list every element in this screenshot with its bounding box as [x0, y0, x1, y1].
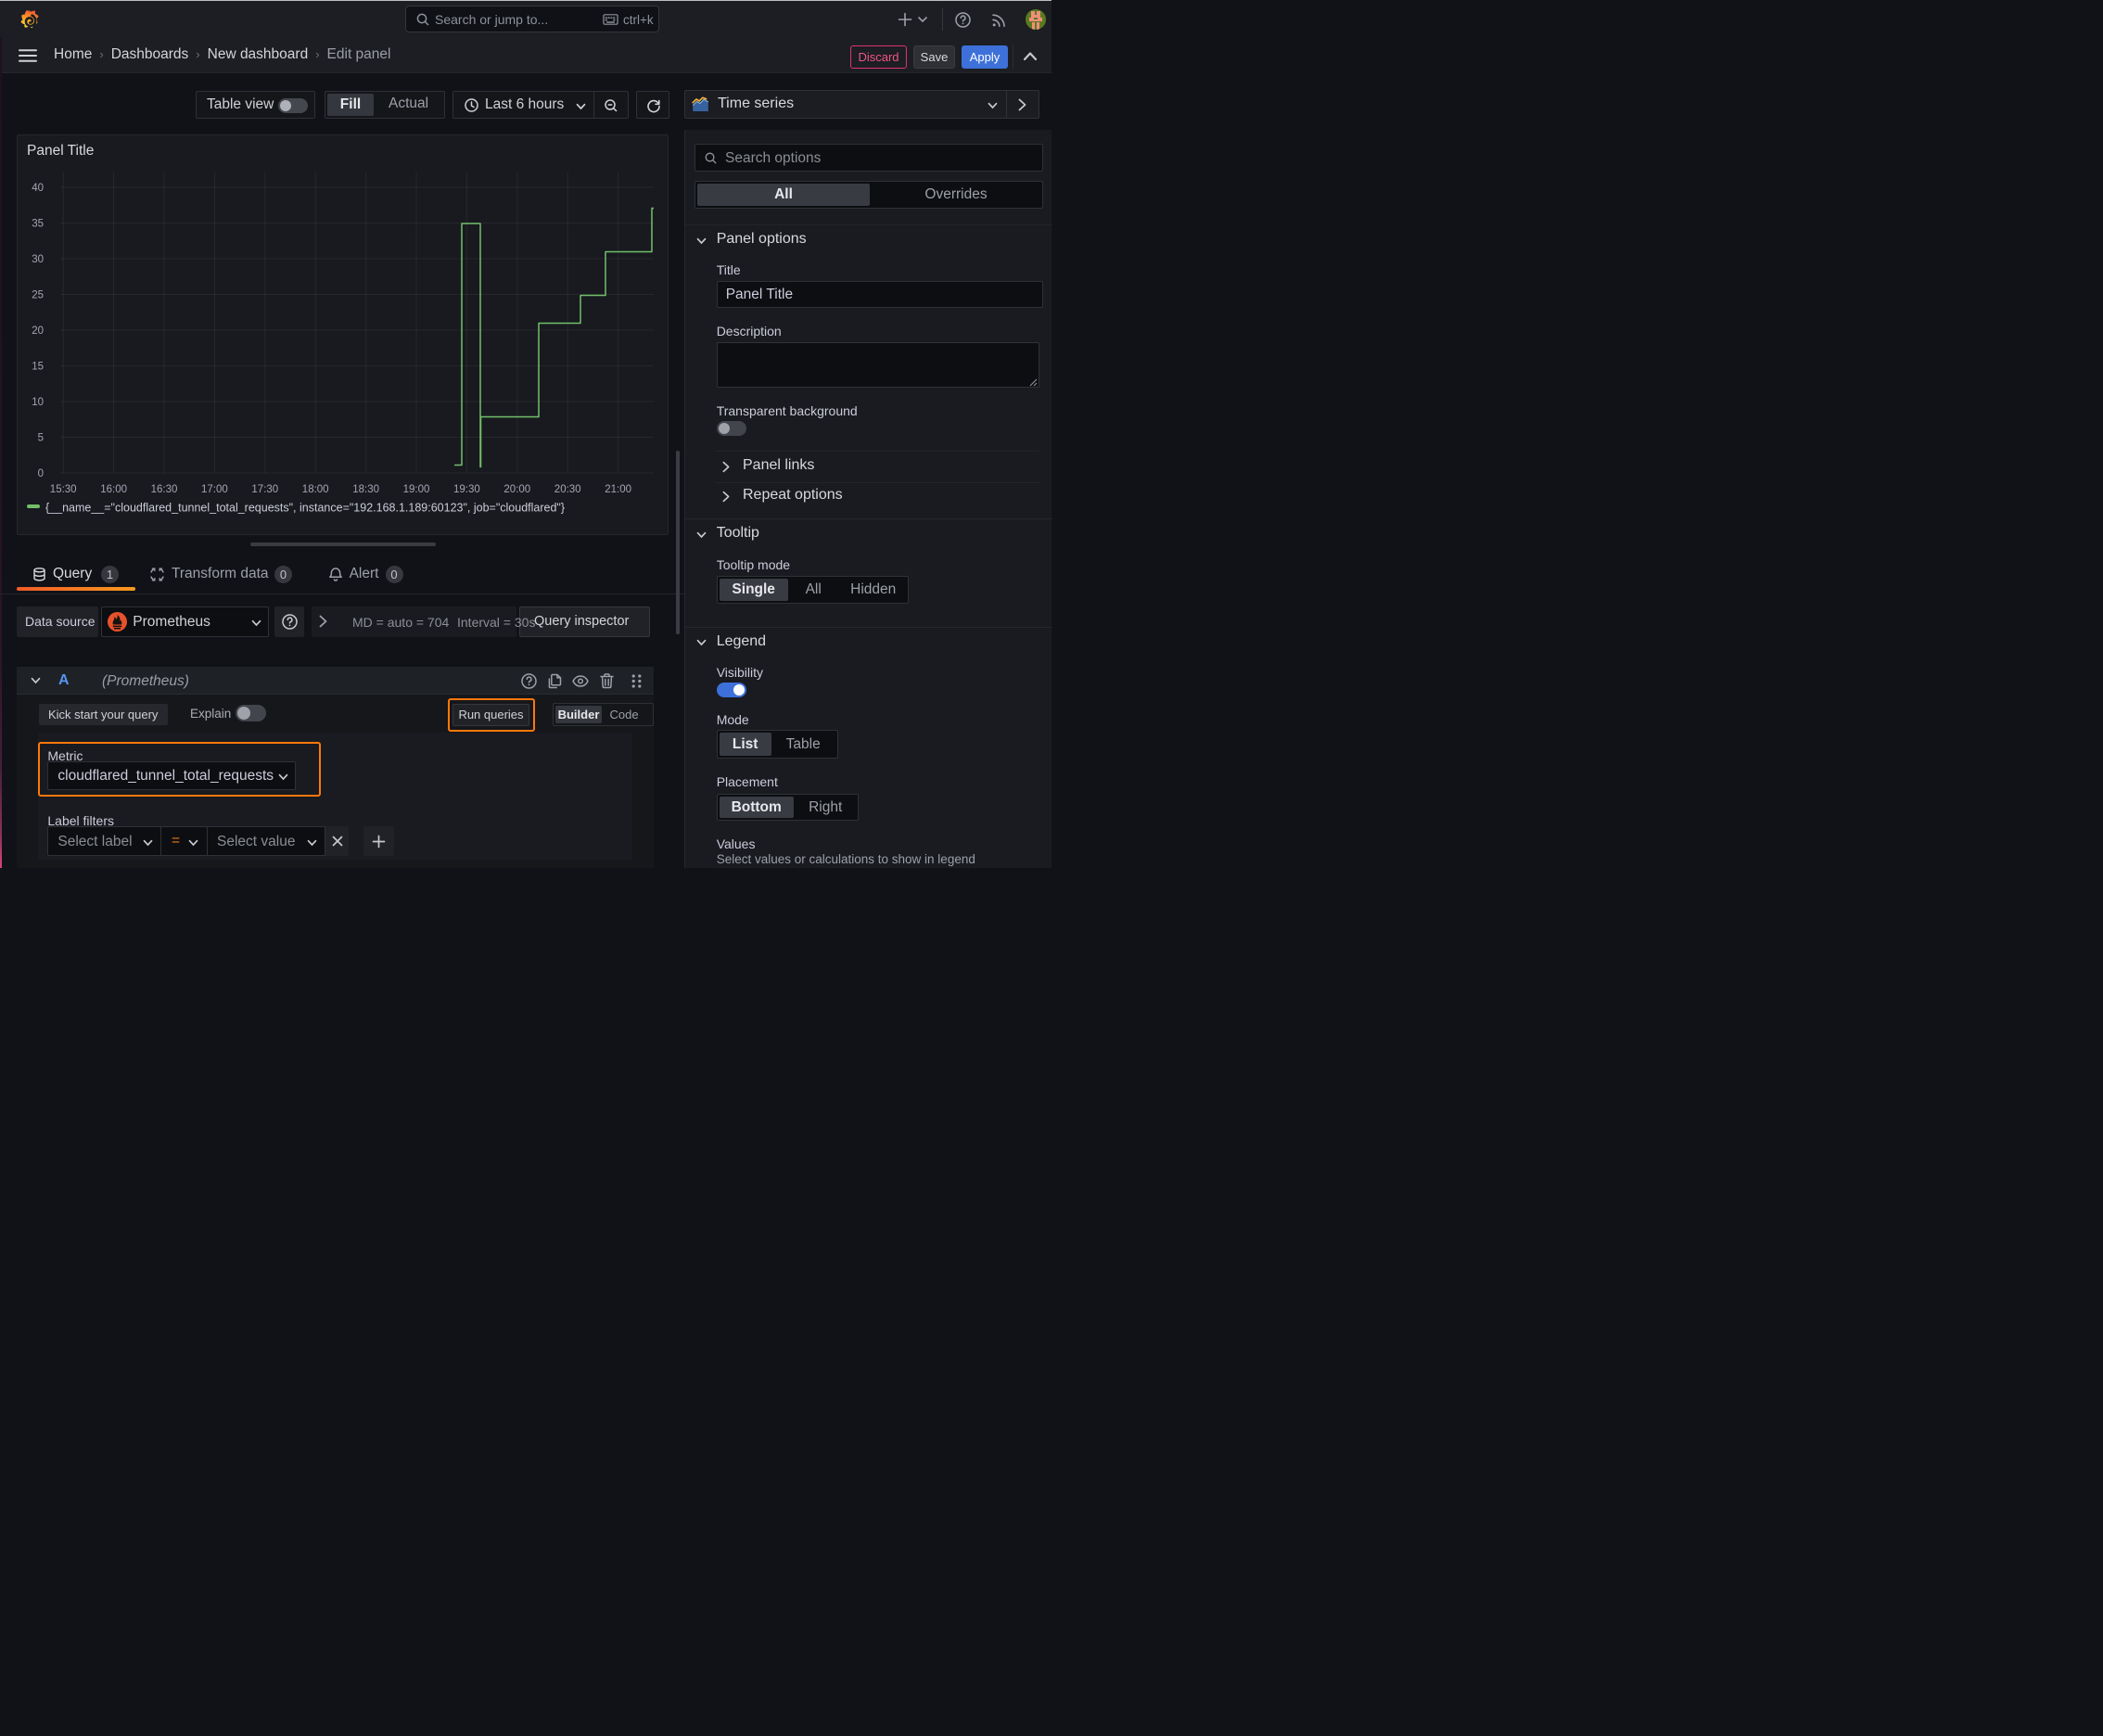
svg-text:40: 40: [32, 183, 44, 194]
svg-text:17:00: 17:00: [201, 484, 228, 495]
svg-text:16:30: 16:30: [151, 484, 178, 495]
svg-text:19:30: 19:30: [453, 484, 480, 495]
svg-text:30: 30: [32, 254, 44, 265]
svg-text:17:30: 17:30: [251, 484, 278, 495]
svg-text:25: 25: [32, 290, 44, 301]
svg-text:21:00: 21:00: [605, 484, 631, 495]
svg-text:35: 35: [32, 219, 44, 230]
svg-text:20:00: 20:00: [503, 484, 530, 495]
svg-text:0: 0: [38, 468, 44, 479]
svg-text:16:00: 16:00: [100, 484, 127, 495]
svg-text:19:00: 19:00: [403, 484, 430, 495]
svg-text:10: 10: [32, 397, 44, 408]
svg-text:5: 5: [38, 433, 44, 444]
svg-text:{__name__="cloudflared_tunnel_: {__name__="cloudflared_tunnel_total_requ…: [45, 502, 565, 515]
svg-text:15:30: 15:30: [50, 484, 77, 495]
svg-text:15: 15: [32, 362, 44, 373]
svg-text:20:30: 20:30: [554, 484, 581, 495]
svg-text:20: 20: [32, 326, 44, 337]
svg-text:18:30: 18:30: [352, 484, 379, 495]
svg-text:18:00: 18:00: [302, 484, 329, 495]
